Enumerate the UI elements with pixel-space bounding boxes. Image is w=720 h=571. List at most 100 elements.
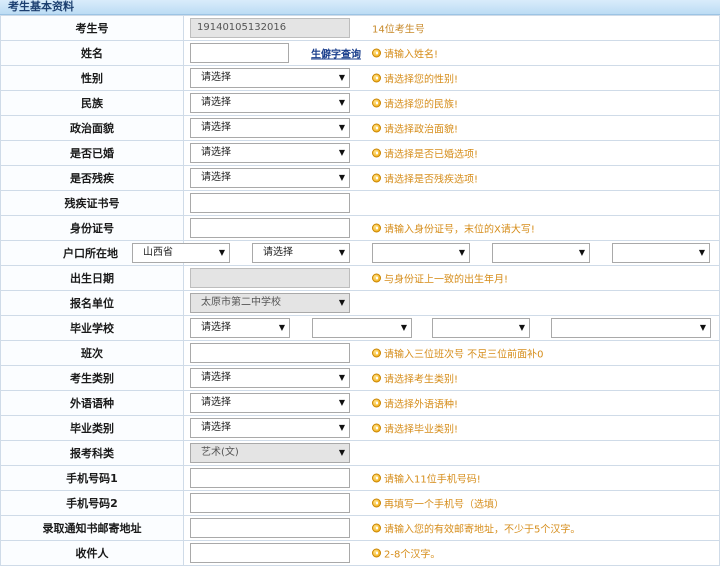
political-hint: 请选择政治面貌! bbox=[372, 121, 458, 136]
hint-bulb-icon bbox=[372, 48, 381, 58]
row-id-no: 身份证号 请输入身份证号，末位的X请大写! bbox=[0, 215, 720, 241]
hint-bulb-icon bbox=[372, 173, 381, 183]
registration-unit-select: 太原市第二中学校 ▼ bbox=[190, 293, 350, 313]
hukou-province-select[interactable]: 山西省 ▼ bbox=[132, 243, 230, 263]
dropdown-arrow-icon: ▼ bbox=[338, 423, 345, 432]
disabled-hint: 请选择是否残疾选项! bbox=[372, 171, 478, 186]
label-school: 毕业学校 bbox=[0, 315, 184, 341]
married-select[interactable]: 请选择 ▼ bbox=[190, 143, 350, 163]
phone2-input[interactable] bbox=[190, 493, 350, 513]
category-select[interactable]: 请选择 ▼ bbox=[190, 368, 350, 388]
hint-bulb-icon bbox=[372, 473, 381, 483]
label-exam-no: 考生号 bbox=[0, 15, 184, 41]
row-category: 考生类别 请选择 ▼ 请选择考生类别! bbox=[0, 365, 720, 391]
hint-bulb-icon bbox=[372, 73, 381, 83]
hukou-district-select[interactable]: ▼ bbox=[372, 243, 470, 263]
dropdown-arrow-icon: ▼ bbox=[518, 323, 525, 332]
phone1-hint: 请输入11位手机号码! bbox=[372, 471, 481, 486]
label-gender: 性别 bbox=[0, 65, 184, 91]
hint-bulb-icon bbox=[372, 148, 381, 158]
form-table: 考生号 19140105132016 14位考生号 姓名 生僻字查询 请输入姓名… bbox=[0, 15, 720, 566]
hukou-city-select[interactable]: 请选择 ▼ bbox=[252, 243, 350, 263]
language-select[interactable]: 请选择 ▼ bbox=[190, 393, 350, 413]
exam-no-field: 19140105132016 bbox=[190, 18, 350, 38]
label-address: 录取通知书邮寄地址 bbox=[0, 515, 184, 541]
hint-bulb-icon bbox=[372, 548, 381, 558]
section-title: 考生基本资料 bbox=[0, 0, 720, 15]
label-id-no: 身份证号 bbox=[0, 215, 184, 241]
name-hint: 请输入姓名! bbox=[372, 46, 438, 61]
hint-bulb-icon bbox=[372, 223, 381, 233]
dropdown-arrow-icon: ▼ bbox=[699, 323, 706, 332]
hint-bulb-icon bbox=[372, 398, 381, 408]
row-disability-cert: 残疾证书号 bbox=[0, 190, 720, 216]
phone2-hint: 再填写一个手机号（选填） bbox=[372, 496, 504, 511]
row-disabled: 是否残疾 请选择 ▼ 请选择是否残疾选项! bbox=[0, 165, 720, 191]
school-select-1[interactable]: 请选择 ▼ bbox=[190, 318, 290, 338]
row-married: 是否已婚 请选择 ▼ 请选择是否已婚选项! bbox=[0, 140, 720, 166]
gender-select[interactable]: 请选择 ▼ bbox=[190, 68, 350, 88]
dropdown-arrow-icon: ▼ bbox=[338, 148, 345, 157]
row-exam-no: 考生号 19140105132016 14位考生号 bbox=[0, 15, 720, 41]
hint-bulb-icon bbox=[372, 373, 381, 383]
dropdown-arrow-icon: ▼ bbox=[338, 448, 345, 457]
label-disability-cert: 残疾证书号 bbox=[0, 190, 184, 216]
label-phone2: 手机号码2 bbox=[0, 490, 184, 516]
student-info-form: 考生基本资料 考生号 19140105132016 14位考生号 姓名 生僻字查… bbox=[0, 0, 720, 571]
grad-type-hint: 请选择毕业类别! bbox=[372, 421, 458, 436]
married-hint: 请选择是否已婚选项! bbox=[372, 146, 478, 161]
row-class-no: 班次 请输入三位班次号 不足三位前面补0 bbox=[0, 340, 720, 366]
row-phone2: 手机号码2 再填写一个手机号（选填） bbox=[0, 490, 720, 516]
dropdown-arrow-icon: ▼ bbox=[698, 248, 705, 257]
ethnicity-select[interactable]: 请选择 ▼ bbox=[190, 93, 350, 113]
hint-bulb-icon bbox=[372, 98, 381, 108]
political-select[interactable]: 请选择 ▼ bbox=[190, 118, 350, 138]
label-class-no: 班次 bbox=[0, 340, 184, 366]
hukou-town-select[interactable]: ▼ bbox=[492, 243, 590, 263]
dropdown-arrow-icon: ▼ bbox=[338, 123, 345, 132]
dropdown-arrow-icon: ▼ bbox=[338, 373, 345, 382]
rare-character-lookup-link[interactable]: 生僻字查询 bbox=[311, 46, 361, 61]
id-no-hint: 请输入身份证号，末位的X请大写! bbox=[372, 221, 535, 236]
dropdown-arrow-icon: ▼ bbox=[338, 398, 345, 407]
recipient-hint: 2-8个汉字。 bbox=[372, 546, 440, 561]
dropdown-arrow-icon: ▼ bbox=[218, 248, 225, 257]
hint-bulb-icon bbox=[372, 273, 381, 283]
dropdown-arrow-icon: ▼ bbox=[400, 323, 407, 332]
dropdown-arrow-icon: ▼ bbox=[338, 248, 345, 257]
row-hukou: 户口所在地 山西省 ▼ 请选择 ▼ ▼ ▼ ▼ bbox=[0, 240, 720, 266]
row-gender: 性别 请选择 ▼ 请选择您的性别! bbox=[0, 65, 720, 91]
label-language: 外语语种 bbox=[0, 390, 184, 416]
gender-hint: 请选择您的性别! bbox=[372, 71, 458, 86]
label-ethnicity: 民族 bbox=[0, 90, 184, 116]
hint-bulb-icon bbox=[372, 498, 381, 508]
dropdown-arrow-icon: ▼ bbox=[338, 298, 345, 307]
grad-type-select[interactable]: 请选择 ▼ bbox=[190, 418, 350, 438]
id-no-input[interactable] bbox=[190, 218, 350, 238]
category-hint: 请选择考生类别! bbox=[372, 371, 458, 386]
dropdown-arrow-icon: ▼ bbox=[458, 248, 465, 257]
recipient-input[interactable] bbox=[190, 543, 350, 563]
hukou-village-select[interactable]: ▼ bbox=[612, 243, 710, 263]
class-no-hint: 请输入三位班次号 不足三位前面补0 bbox=[372, 346, 544, 361]
class-no-input[interactable] bbox=[190, 343, 350, 363]
row-school: 毕业学校 请选择 ▼ ▼ ▼ ▼ bbox=[0, 315, 720, 341]
disabled-select[interactable]: 请选择 ▼ bbox=[190, 168, 350, 188]
label-political: 政治面貌 bbox=[0, 115, 184, 141]
phone1-input[interactable] bbox=[190, 468, 350, 488]
label-subject: 报考科类 bbox=[0, 440, 184, 466]
label-grad-type: 毕业类别 bbox=[0, 415, 184, 441]
dropdown-arrow-icon: ▼ bbox=[338, 98, 345, 107]
label-phone1: 手机号码1 bbox=[0, 465, 184, 491]
school-select-3[interactable]: ▼ bbox=[432, 318, 530, 338]
language-hint: 请选择外语语种! bbox=[372, 396, 458, 411]
birth-hint: 与身份证上一致的出生年月! bbox=[372, 271, 508, 286]
disability-cert-input[interactable] bbox=[190, 193, 350, 213]
hint-bulb-icon bbox=[372, 423, 381, 433]
mailing-address-input[interactable] bbox=[190, 518, 350, 538]
row-subject: 报考科类 艺术(文) ▼ bbox=[0, 440, 720, 466]
school-select-4[interactable]: ▼ bbox=[551, 318, 711, 338]
name-input[interactable] bbox=[190, 43, 289, 63]
school-select-2[interactable]: ▼ bbox=[312, 318, 412, 338]
label-category: 考生类别 bbox=[0, 365, 184, 391]
